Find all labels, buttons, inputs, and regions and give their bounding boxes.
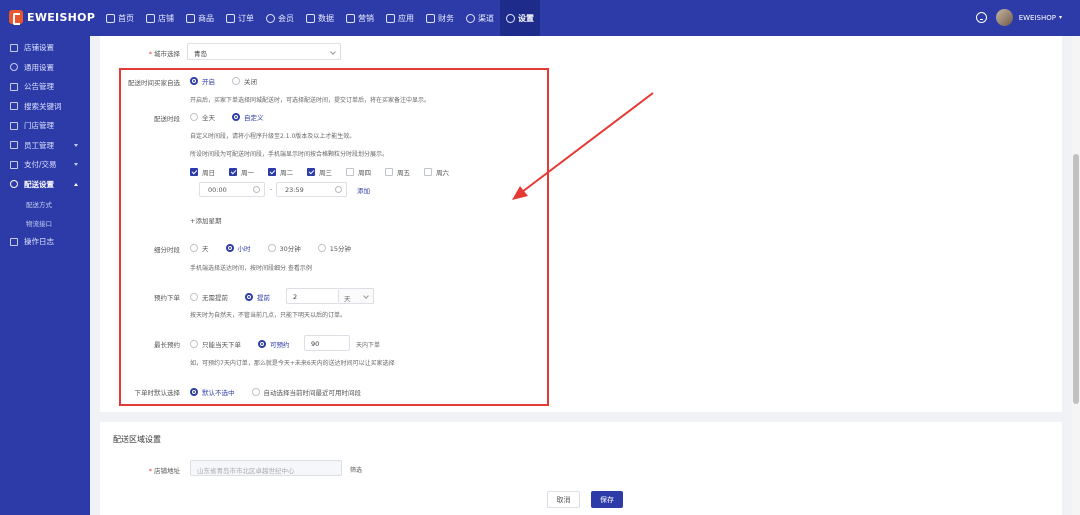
gear-icon bbox=[506, 13, 515, 23]
home-icon bbox=[106, 13, 115, 23]
chevron-down-icon bbox=[74, 143, 78, 147]
store-address-label: * 店铺地址 bbox=[148, 467, 180, 475]
order-icon bbox=[226, 13, 235, 23]
sidebar-item-delivery[interactable]: 配送设置 bbox=[0, 175, 90, 195]
chevron-down-icon bbox=[74, 163, 78, 166]
scrollbar-thumb[interactable] bbox=[1073, 154, 1079, 404]
nav-item-store[interactable]: 店铺 bbox=[140, 0, 180, 36]
notice-icon bbox=[10, 82, 18, 91]
delivery-area-panel: 配送区域设置 * 店铺地址 山东省青岛市市北区卓越世纪中心 筛选 bbox=[100, 422, 1062, 515]
sidebar-item-stores[interactable]: 门店管理 bbox=[0, 116, 90, 136]
gear-icon bbox=[10, 180, 18, 189]
scrollbar[interactable] bbox=[1072, 36, 1080, 515]
download-icon[interactable] bbox=[975, 12, 987, 23]
brand-name: EWEISHOP bbox=[27, 10, 96, 24]
chart-icon bbox=[306, 13, 315, 23]
goods-icon bbox=[186, 13, 195, 23]
delivery-time-panel: * 城市选择 青岛 配送时间买家自选 开启 关闭 开启后，买家下单选择同城配送时，… bbox=[100, 36, 1062, 412]
sidebar-subitem-logistics-api[interactable]: 物流接口 bbox=[0, 213, 90, 232]
user-name[interactable]: EWEISHOP bbox=[1019, 14, 1056, 22]
nav-item-apps[interactable]: 应用 bbox=[380, 0, 420, 36]
sidebar-subitem-delivery-methods[interactable]: 配送方式 bbox=[0, 194, 90, 213]
chevron-down-icon[interactable]: ▾ bbox=[1059, 14, 1062, 21]
brand-logo[interactable]: EWEISHOP bbox=[9, 10, 96, 25]
area-section-title: 配送区域设置 bbox=[113, 435, 161, 444]
main-content: * 城市选择 青岛 配送时间买家自选 开启 关闭 开启后，买家下单选择同城配送时，… bbox=[90, 36, 1080, 515]
sidebar-item-payment[interactable]: 支付/交易 bbox=[0, 155, 90, 175]
nav-item-marketing[interactable]: 营销 bbox=[340, 0, 380, 36]
nav-item-settings[interactable]: 设置 bbox=[500, 0, 540, 36]
search-icon bbox=[10, 102, 18, 111]
user-area: EWEISHOP ▾ bbox=[975, 9, 1062, 26]
sidebar-item-search-keywords[interactable]: 搜索关键词 bbox=[0, 97, 90, 117]
grid-icon bbox=[10, 43, 18, 52]
store-icon bbox=[146, 13, 155, 23]
gear-icon bbox=[10, 63, 18, 72]
chevron-up-icon bbox=[74, 182, 78, 186]
filter-link[interactable]: 筛选 bbox=[350, 465, 362, 474]
store-address-input[interactable]: 山东省青岛市市北区卓越世纪中心 bbox=[190, 460, 342, 476]
top-bar: EWEISHOP 首页 店铺 商品 订单 会员 数据 营销 应用 财务 渠道 设… bbox=[0, 0, 1080, 36]
brand-icon bbox=[9, 10, 23, 25]
channel-icon bbox=[466, 13, 475, 23]
avatar[interactable] bbox=[995, 9, 1013, 26]
tag-icon bbox=[346, 13, 355, 23]
nav-item-home[interactable]: 首页 bbox=[100, 0, 140, 36]
sidebar-item-general-settings[interactable]: 通用设置 bbox=[0, 58, 90, 78]
sidebar-item-announcements[interactable]: 公告管理 bbox=[0, 77, 90, 97]
log-icon bbox=[10, 237, 18, 246]
staff-icon bbox=[10, 141, 18, 150]
sidebar: 店铺设置 通用设置 公告管理 搜索关键词 门店管理 员工管理 支付/交易 配送设… bbox=[0, 36, 90, 515]
save-button[interactable]: 保存 bbox=[591, 491, 623, 508]
nav-item-channel[interactable]: 渠道 bbox=[460, 0, 500, 36]
required-mark: * bbox=[148, 467, 152, 475]
nav-item-order[interactable]: 订单 bbox=[220, 0, 260, 36]
nav-item-goods[interactable]: 商品 bbox=[180, 0, 220, 36]
member-icon bbox=[266, 13, 275, 23]
store-icon bbox=[10, 121, 18, 130]
payment-icon bbox=[10, 160, 18, 169]
cancel-button[interactable]: 取消 bbox=[547, 491, 580, 508]
nav-item-member[interactable]: 会员 bbox=[260, 0, 300, 36]
sidebar-item-store-settings[interactable]: 店铺设置 bbox=[0, 38, 90, 58]
nav-item-finance[interactable]: 财务 bbox=[420, 0, 460, 36]
annotation-arrow-icon bbox=[512, 92, 654, 200]
sidebar-item-logs[interactable]: 操作日志 bbox=[0, 232, 90, 252]
sidebar-item-staff[interactable]: 员工管理 bbox=[0, 136, 90, 156]
nav-item-data[interactable]: 数据 bbox=[300, 0, 340, 36]
app-icon bbox=[386, 13, 395, 23]
finance-icon bbox=[426, 13, 435, 23]
main-nav: 首页 店铺 商品 订单 会员 数据 营销 应用 财务 渠道 设置 bbox=[100, 0, 540, 36]
